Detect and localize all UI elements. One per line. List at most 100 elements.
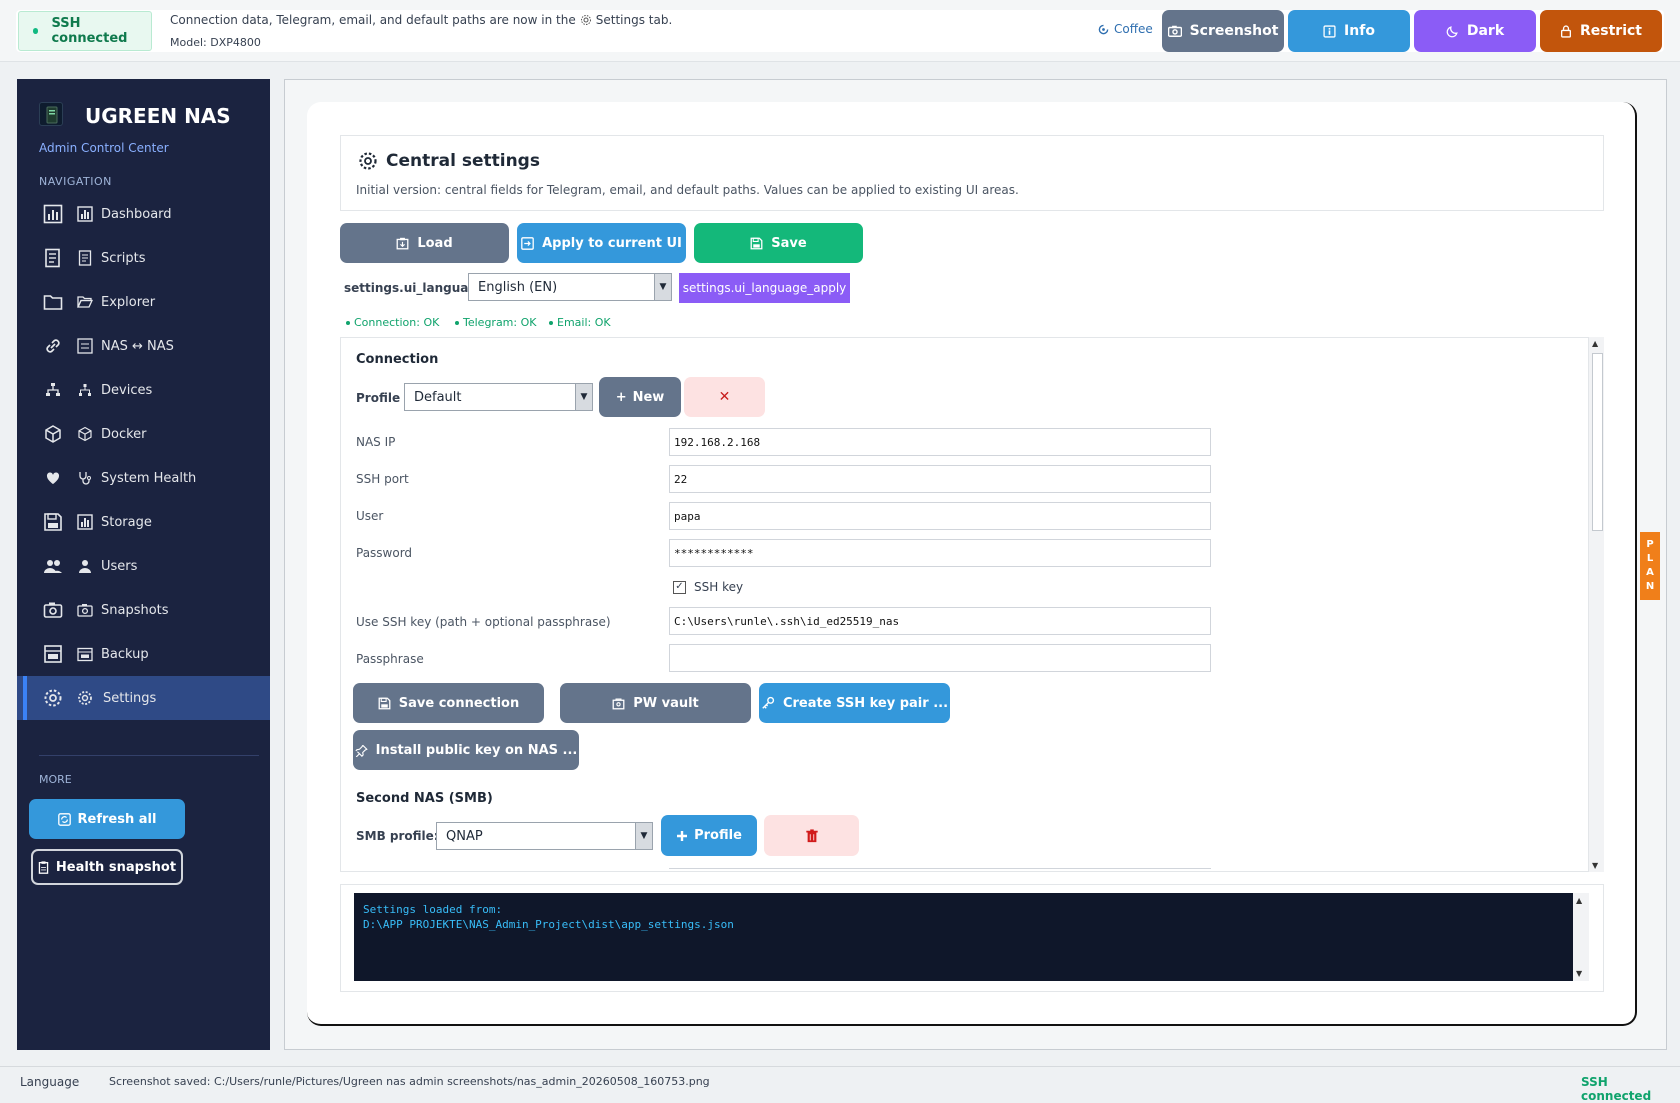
status-dot-icon <box>455 320 459 325</box>
cube-icon <box>43 424 63 444</box>
panel-scrollbar[interactable]: ▲ ▼ <box>1588 337 1604 872</box>
network-icon <box>43 380 63 400</box>
settings-scroll-panel[interactable] <box>340 337 1604 872</box>
screenshot-label: Screenshot <box>1189 23 1279 39</box>
scroll-thumb[interactable] <box>1592 353 1603 531</box>
passphrase-label: Passphrase <box>356 652 424 666</box>
log-scrollbar[interactable]: ▲ ▼ <box>1573 893 1589 981</box>
install-public-key-button[interactable]: Install public key on NAS ... <box>353 730 579 770</box>
screenshot-button[interactable]: Screenshot <box>1162 10 1284 52</box>
smb-profile-select[interactable]: QNAP ▼ <box>436 822 653 850</box>
language-select[interactable]: English (EN) ▼ <box>468 273 672 301</box>
sidebar-item-settings[interactable]: Settings <box>17 676 270 720</box>
sidebar-item-label: Storage <box>101 514 152 530</box>
status-dot-icon <box>346 320 350 325</box>
refresh-all-button[interactable]: Refresh all <box>29 799 185 839</box>
passphrase-input[interactable] <box>669 644 1211 672</box>
restrict-button[interactable]: Restrict <box>1540 10 1662 52</box>
chevron-down-icon: ▼ <box>635 823 652 849</box>
folder-open-icon <box>77 294 93 310</box>
load-label: Load <box>417 235 453 251</box>
user-icon <box>77 558 93 574</box>
close-icon: ✕ <box>718 389 731 405</box>
docker-icon <box>77 426 93 442</box>
create-ssh-key-button[interactable]: Create SSH key pair ... <box>759 683 950 723</box>
plan-side-tab[interactable]: P L A N <box>1640 532 1660 600</box>
ssh-port-label: SSH port <box>356 472 409 486</box>
health-snapshot-button[interactable]: Health snapshot <box>31 849 183 885</box>
user-input[interactable]: papa <box>669 502 1211 530</box>
footer-message: Screenshot saved: C:/Users/runle/Picture… <box>109 1075 710 1088</box>
scroll-up-icon[interactable]: ▲ <box>1576 896 1582 905</box>
gear-small-icon <box>77 690 93 706</box>
top-info-line: Connection data, Telegram, email, and de… <box>170 13 672 27</box>
sidebar-item-label: System Health <box>101 470 197 486</box>
sidebar-item-snapshots[interactable]: Snapshots <box>17 588 270 632</box>
ssh-port-input[interactable]: 22 <box>669 465 1211 493</box>
sidebar-item-docker[interactable]: Docker <box>17 412 270 456</box>
ssh-status-text: SSH connected <box>51 16 128 46</box>
lock-icon <box>1560 24 1572 38</box>
script-icon <box>43 248 63 268</box>
info-button[interactable]: Info <box>1288 10 1410 52</box>
scroll-down-icon[interactable]: ▼ <box>1592 861 1598 870</box>
checkmark-icon[interactable]: ✓ <box>673 580 686 594</box>
save-icon <box>378 697 391 710</box>
sidebar-item-explorer[interactable]: Explorer <box>17 280 270 324</box>
new-profile-button[interactable]: + New <box>599 377 681 417</box>
email-status-text: Email: OK <box>557 316 611 329</box>
sidebar-divider <box>39 755 259 756</box>
brand-subtitle: Admin Control Center <box>39 141 169 155</box>
plan-letter: P <box>1646 539 1654 550</box>
plus-icon: + <box>615 389 627 405</box>
connection-status-text: Connection: OK <box>354 316 440 329</box>
chevron-down-icon: ▼ <box>654 274 671 300</box>
coffee-link[interactable]: Coffee <box>1098 22 1153 36</box>
status-dot-icon <box>549 320 553 325</box>
save-connection-button[interactable]: Save connection <box>353 683 544 723</box>
footer-language[interactable]: Language <box>20 1075 79 1089</box>
ssh-key-label: SSH key <box>694 580 744 594</box>
footer-ssh-status: SSH connected <box>1581 1075 1652 1103</box>
delete-profile-button[interactable]: ✕ <box>684 377 765 417</box>
delete-smb-profile-button[interactable] <box>764 815 859 856</box>
sidebar-item-storage[interactable]: Storage <box>17 500 270 544</box>
sidebar-item-scripts[interactable]: Scripts <box>17 236 270 280</box>
scroll-down-icon[interactable]: ▼ <box>1576 969 1582 978</box>
add-smb-profile-button[interactable]: Profile <box>661 815 757 856</box>
user-label: User <box>356 509 384 523</box>
language-apply-button[interactable]: settings.ui_language_apply <box>679 273 850 303</box>
settings-log-output[interactable]: Settings loaded from: D:\APP PROJEKTE\NA… <box>354 893 1573 981</box>
password-input[interactable]: ************ <box>669 539 1211 567</box>
health-snapshot-label: Health snapshot <box>55 859 177 875</box>
nas-ip-input[interactable]: 192.168.2.168 <box>669 428 1211 456</box>
sidebar-item-devices[interactable]: Devices <box>17 368 270 412</box>
sidebar-item-nas-nas[interactable]: NAS ↔ NAS <box>17 324 270 368</box>
page-title-text: Central settings <box>386 151 540 171</box>
coffee-icon <box>1098 24 1109 35</box>
dashboard-icon <box>43 204 63 224</box>
plan-letter: N <box>1645 581 1655 592</box>
nas-ip-label: NAS IP <box>356 435 396 449</box>
smb-next-field-edge <box>669 868 1211 874</box>
pw-vault-button[interactable]: PW vault <box>560 683 751 723</box>
sidebar-item-label: Explorer <box>101 294 156 310</box>
info-label: Info <box>1344 23 1375 39</box>
sidebar-item-system-health[interactable]: System Health <box>17 456 270 500</box>
sidebar-item-users[interactable]: Users <box>17 544 270 588</box>
sidebar-item-dashboard[interactable]: Dashboard <box>17 192 270 236</box>
dark-mode-button[interactable]: Dark <box>1414 10 1536 52</box>
apply-to-ui-button[interactable]: Apply to current UI <box>517 223 686 263</box>
load-button[interactable]: Load <box>340 223 509 263</box>
central-settings-header <box>340 135 1604 211</box>
restrict-label: Restrict <box>1580 23 1642 39</box>
save-button[interactable]: Save <box>694 223 863 263</box>
key-path-input[interactable]: C:\Users\runle\.ssh\id_ed25519_nas <box>669 607 1211 635</box>
sidebar-item-backup[interactable]: Backup <box>17 632 270 676</box>
profile-select[interactable]: Default ▼ <box>404 383 593 411</box>
scroll-up-icon[interactable]: ▲ <box>1592 339 1598 348</box>
connection-status: Connection: OK <box>346 316 439 329</box>
info-line-suffix: Settings tab. <box>595 13 673 27</box>
save-connection-label: Save connection <box>398 695 520 711</box>
ssh-key-checkbox[interactable]: ✓ SSH key <box>673 580 743 594</box>
